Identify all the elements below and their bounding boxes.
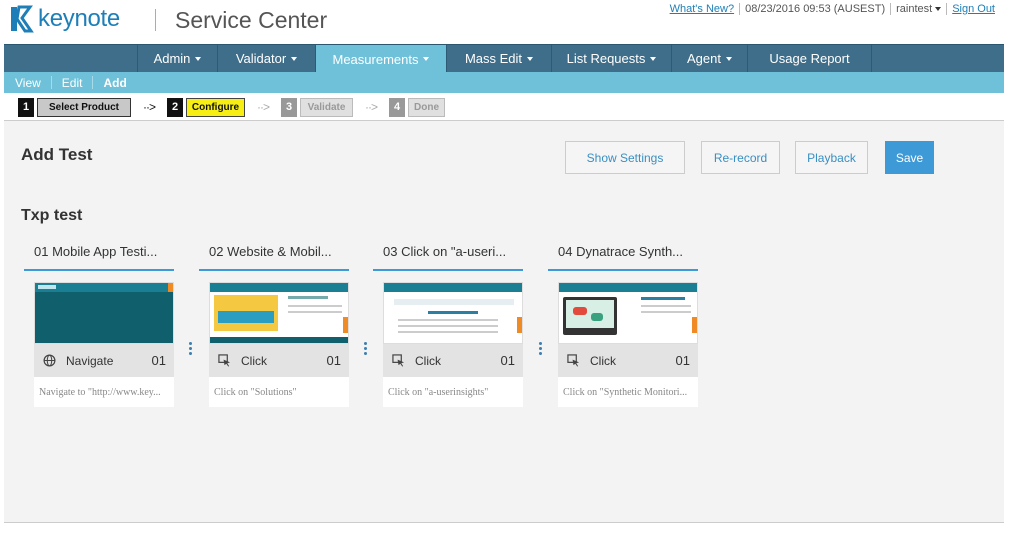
show-settings-button[interactable]: Show Settings bbox=[565, 141, 685, 174]
step-number: 4 bbox=[389, 97, 405, 117]
step-screenshot bbox=[34, 282, 174, 344]
header-divider bbox=[155, 9, 156, 31]
nav-list-requests[interactable]: List Requests bbox=[551, 45, 671, 72]
step-number: 3 bbox=[281, 97, 297, 117]
nav-validator[interactable]: Validator bbox=[217, 45, 315, 72]
subnav-view[interactable]: View bbox=[15, 76, 51, 90]
step-description: Click on "a-userinsights" bbox=[383, 377, 523, 407]
section-title: Txp test bbox=[21, 207, 83, 224]
step-description: Navigate to "http://www.key... bbox=[34, 377, 174, 407]
click-icon bbox=[217, 354, 231, 368]
main-content: Add Test Show Settings Re-record Playbac… bbox=[4, 121, 1004, 522]
step-action-count: 01 bbox=[326, 353, 341, 368]
step-screenshot bbox=[209, 282, 349, 344]
step-action: Click 01 bbox=[209, 344, 349, 377]
step-description: Click on "Synthetic Monitori... bbox=[558, 377, 698, 407]
playback-button[interactable]: Playback bbox=[795, 141, 868, 174]
nav-usage-report[interactable]: Usage Report bbox=[747, 45, 872, 72]
caret-down-icon bbox=[935, 7, 942, 11]
step-number: 1 bbox=[18, 97, 34, 117]
nav-measurements[interactable]: Measurements bbox=[315, 45, 446, 73]
divider bbox=[4, 522, 1004, 523]
step-action-label: Click bbox=[590, 353, 616, 368]
step-title: 03 Click on "a-useri... bbox=[373, 239, 523, 271]
user-menu[interactable]: raintest bbox=[896, 3, 942, 15]
save-button[interactable]: Save bbox=[885, 141, 934, 174]
test-step-card[interactable]: 01 Mobile App Testi... Navigate 01 Navig… bbox=[24, 239, 174, 407]
more-options-icon[interactable] bbox=[188, 341, 192, 356]
user-name: raintest bbox=[896, 3, 933, 15]
app-header: keynote Service Center What's New? 08/23… bbox=[0, 0, 1009, 44]
step-validate: Validate bbox=[300, 97, 353, 117]
step-action: Navigate 01 bbox=[34, 344, 174, 377]
test-step-card[interactable]: 02 Website & Mobil... Click 01 Click on … bbox=[199, 239, 349, 407]
caret-down-icon bbox=[650, 56, 657, 61]
step-action: Click 01 bbox=[558, 344, 698, 377]
click-icon bbox=[391, 354, 405, 368]
step-title: 01 Mobile App Testi... bbox=[24, 239, 174, 271]
step-action-label: Navigate bbox=[66, 353, 114, 368]
whats-new-link[interactable]: What's New? bbox=[670, 3, 734, 15]
logo-text: keynote bbox=[38, 5, 120, 32]
step-title: 04 Dynatrace Synth... bbox=[548, 239, 698, 271]
step-configure[interactable]: Configure bbox=[186, 97, 245, 117]
step-screenshot bbox=[383, 282, 523, 344]
sub-nav: View Edit Add bbox=[4, 72, 1004, 93]
globe-icon bbox=[42, 354, 56, 368]
arrow-right-icon: ··> bbox=[365, 100, 378, 114]
step-description: Click on "Solutions" bbox=[209, 377, 349, 407]
more-options-icon[interactable] bbox=[538, 341, 542, 356]
more-options-icon[interactable] bbox=[363, 341, 367, 356]
caret-down-icon bbox=[195, 56, 202, 61]
arrow-right-icon: ··> bbox=[257, 100, 270, 114]
step-number: 2 bbox=[167, 97, 183, 117]
nav-agent[interactable]: Agent bbox=[671, 45, 747, 72]
step-action-label: Click bbox=[241, 353, 267, 368]
step-done: Done bbox=[408, 97, 445, 117]
keynote-logo-icon bbox=[11, 5, 34, 33]
step-select-product[interactable]: Select Product bbox=[37, 97, 131, 117]
step-screenshot bbox=[558, 282, 698, 344]
user-bar: What's New? 08/23/2016 09:53 (AUSEST) ra… bbox=[670, 3, 995, 15]
datetime-label: 08/23/2016 09:53 (AUSEST) bbox=[745, 3, 886, 15]
page-title: Add Test bbox=[21, 145, 93, 164]
wizard-steps: 1 Select Product ··> 2 Configure ··> 3 V… bbox=[18, 97, 445, 117]
step-action-count: 01 bbox=[675, 353, 690, 368]
caret-down-icon bbox=[725, 56, 732, 61]
app-title: Service Center bbox=[175, 7, 328, 33]
click-icon bbox=[566, 354, 580, 368]
step-action-count: 01 bbox=[151, 353, 166, 368]
arrow-right-icon: ··> bbox=[143, 100, 156, 114]
keynote-logo[interactable]: keynote bbox=[8, 5, 120, 33]
test-step-card[interactable]: 04 Dynatrace Synth... Click 01 Click on bbox=[548, 239, 698, 407]
caret-down-icon bbox=[527, 56, 534, 61]
step-action-label: Click bbox=[415, 353, 441, 368]
rerecord-button[interactable]: Re-record bbox=[701, 141, 780, 174]
caret-down-icon bbox=[291, 56, 298, 61]
step-action: Click 01 bbox=[383, 344, 523, 377]
step-action-count: 01 bbox=[500, 353, 515, 368]
nav-admin[interactable]: Admin bbox=[137, 45, 217, 72]
subnav-add[interactable]: Add bbox=[103, 76, 136, 90]
sign-out-link[interactable]: Sign Out bbox=[952, 3, 995, 15]
test-step-card[interactable]: 03 Click on "a-useri... Click 01 Click o… bbox=[373, 239, 523, 407]
caret-down-icon bbox=[423, 57, 430, 61]
step-title: 02 Website & Mobil... bbox=[199, 239, 349, 271]
nav-mass-edit[interactable]: Mass Edit bbox=[446, 45, 551, 72]
subnav-edit[interactable]: Edit bbox=[62, 76, 93, 90]
main-nav: Admin Validator Measurements Mass Edit L… bbox=[4, 44, 1004, 73]
